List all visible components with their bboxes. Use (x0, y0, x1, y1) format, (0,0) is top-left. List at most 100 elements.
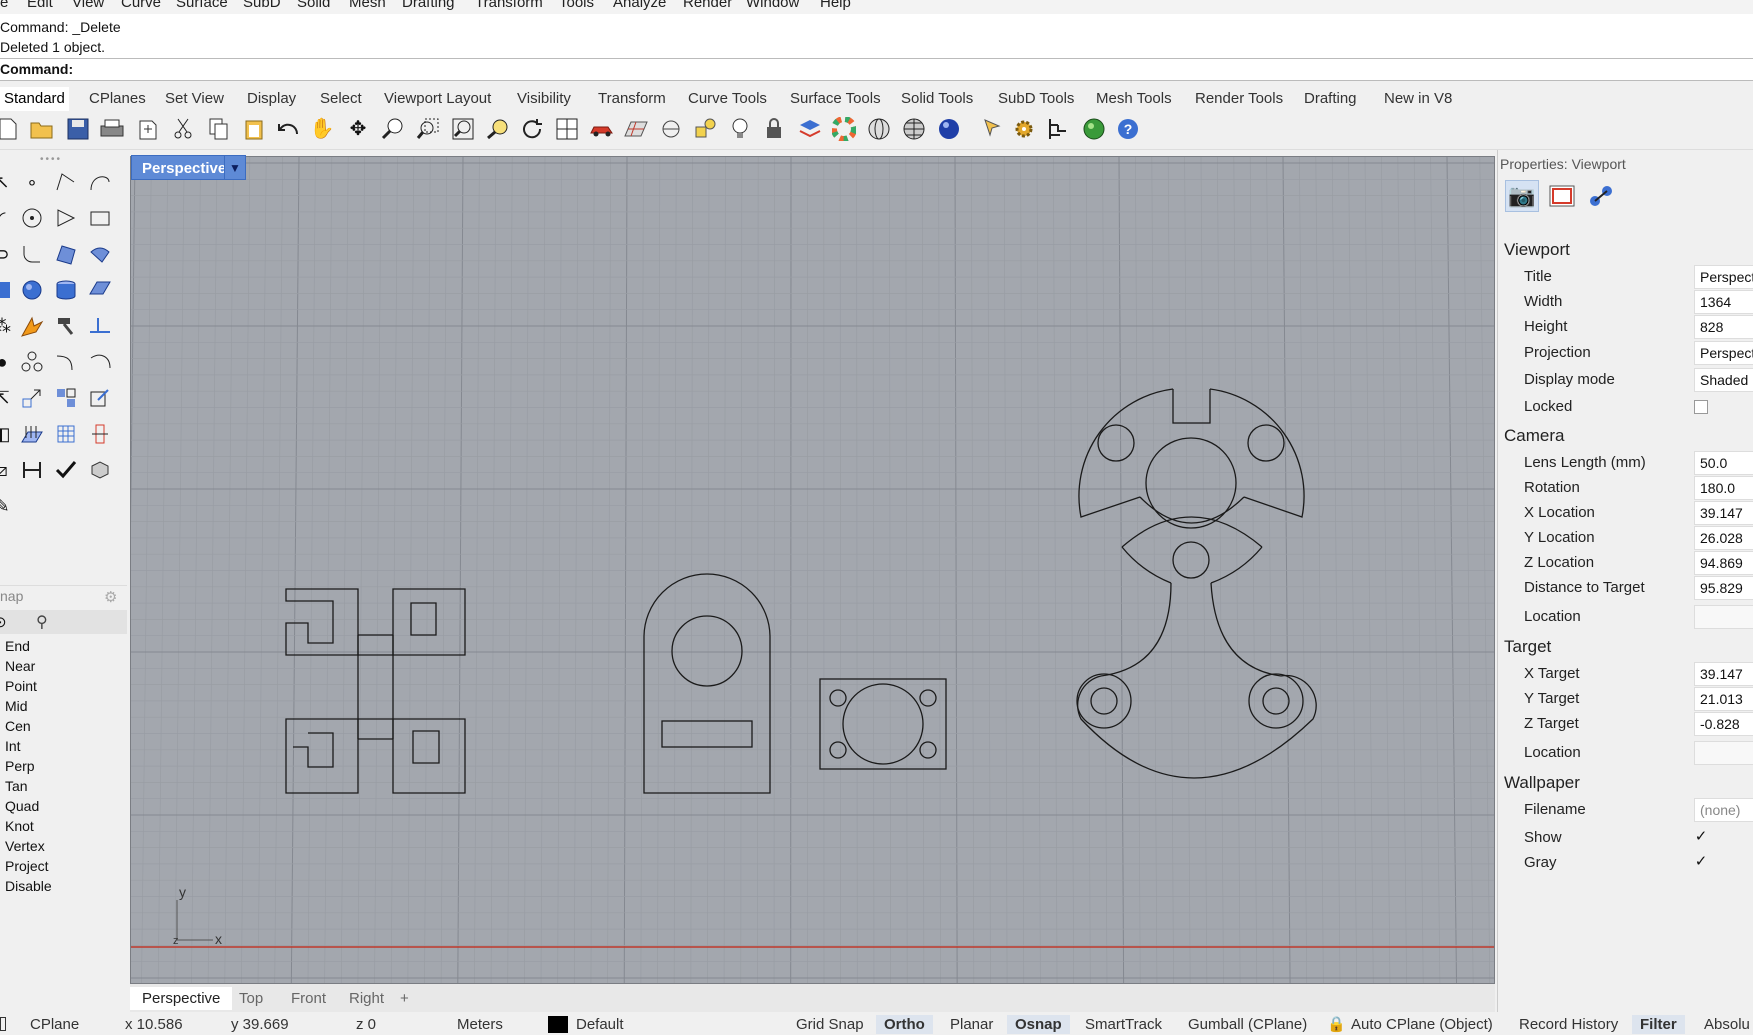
split-icon[interactable] (86, 312, 114, 340)
camera-icon[interactable]: 📷 (1505, 180, 1539, 212)
tab-transform[interactable]: Transform (594, 87, 670, 111)
color-wheel-icon[interactable] (830, 115, 858, 143)
locked-checkbox[interactable] (1694, 400, 1708, 414)
object-props-icon[interactable] (1584, 180, 1618, 212)
osnap-int[interactable]: Int (5, 738, 21, 754)
menu-transform[interactable]: Transform (475, 0, 543, 11)
import-icon[interactable] (134, 115, 162, 143)
target-location-button[interactable] (1694, 741, 1753, 765)
prop-title-field[interactable]: Perspect (1694, 265, 1753, 289)
sphere-icon[interactable] (18, 276, 46, 304)
tab-visibility[interactable]: Visibility (513, 87, 575, 111)
sphere-wire-icon[interactable] (865, 115, 893, 143)
osnap-icon[interactable]: ⊙ (0, 613, 7, 631)
status-grid-snap[interactable]: Grid Snap (796, 1015, 864, 1034)
four-viewports-icon[interactable] (553, 115, 581, 143)
tab-curve-tools[interactable]: Curve Tools (684, 87, 771, 111)
prop-z-target-field[interactable]: -0.828 (1694, 712, 1753, 736)
menu-tools[interactable]: Tools (559, 0, 594, 11)
prop-lens-length-field[interactable]: 50.0 (1694, 451, 1753, 475)
grid-array-icon[interactable] (52, 420, 80, 448)
menu-file[interactable]: e (0, 0, 8, 11)
polyline-icon[interactable] (52, 168, 80, 196)
box-icon[interactable] (0, 276, 16, 304)
menu-analyze[interactable]: Analyze (613, 0, 666, 11)
tab-display[interactable]: Display (243, 87, 300, 111)
status-planar[interactable]: Planar (950, 1015, 993, 1034)
offset-icon[interactable]: ⊃ (0, 240, 16, 268)
osnap-cen[interactable]: Cen (5, 718, 31, 734)
status-osnap[interactable]: Osnap (1007, 1015, 1070, 1034)
layer-icon[interactable] (796, 115, 824, 143)
prop-width-field[interactable]: 1364 (1694, 290, 1753, 314)
camera-location-button[interactable] (1694, 605, 1753, 629)
contour-icon[interactable] (18, 420, 46, 448)
prop-rotation-field[interactable]: 180.0 (1694, 476, 1753, 500)
globe-icon[interactable] (1080, 115, 1108, 143)
curve-icon[interactable] (86, 168, 114, 196)
pointer-icon[interactable] (978, 115, 1006, 143)
osnap-near[interactable]: Near (5, 658, 35, 674)
osnap-project[interactable]: Project (5, 858, 49, 874)
prop-distance-field[interactable]: 95.829 (1694, 576, 1753, 600)
status-absolute[interactable]: Absolu (1704, 1015, 1750, 1034)
add-viewport-icon[interactable]: + (395, 987, 414, 1010)
scale-icon[interactable] (18, 384, 46, 412)
tab-mesh-tools[interactable]: Mesh Tools (1092, 87, 1176, 111)
layer-color-swatch[interactable] (548, 1016, 568, 1033)
menu-mesh[interactable]: Mesh (349, 0, 386, 11)
viewport-tab-right[interactable]: Right (344, 987, 389, 1010)
arc-icon[interactable]: ◜ (0, 204, 16, 232)
tab-standard[interactable]: Standard (0, 87, 69, 111)
polygon-icon[interactable] (52, 204, 80, 232)
move-view-icon[interactable]: ✥ (344, 115, 372, 143)
status-cplane[interactable]: CPlane (30, 1015, 79, 1034)
check-icon[interactable] (52, 456, 80, 484)
zoom-selected-icon[interactable] (484, 115, 512, 143)
zoom-extents-icon[interactable] (449, 115, 477, 143)
zoom-window-icon[interactable] (414, 115, 442, 143)
tab-viewport-layout[interactable]: Viewport Layout (380, 87, 495, 111)
shape-icon[interactable] (692, 115, 720, 143)
hammer-icon[interactable] (52, 312, 80, 340)
osnap-vertex[interactable]: Vertex (5, 838, 45, 854)
rectangle-icon[interactable] (86, 204, 114, 232)
status-gumball[interactable]: Gumball (CPlane) (1188, 1015, 1307, 1034)
array-icon[interactable] (52, 384, 80, 412)
tab-surface-tools[interactable]: Surface Tools (786, 87, 885, 111)
viewport-tab-top[interactable]: Top (234, 987, 268, 1010)
prop-display-mode-select[interactable]: Shaded (1694, 368, 1753, 392)
viewport-tab-front[interactable]: Front (286, 987, 331, 1010)
viewport-title-tab[interactable]: Perspective (131, 155, 238, 180)
circle-icon[interactable] (18, 204, 46, 232)
viewport-frame-icon[interactable] (1545, 180, 1579, 212)
save-icon[interactable] (64, 115, 92, 143)
grip-handle[interactable]: •••• (40, 154, 62, 165)
copy-icon[interactable] (204, 115, 232, 143)
osnap-disable[interactable]: Disable (5, 878, 52, 894)
cplane-icon[interactable] (657, 115, 685, 143)
render-sphere-icon[interactable] (935, 115, 963, 143)
edit-icon[interactable] (86, 384, 114, 412)
show-checkbox[interactable]: ✓ (1694, 829, 1708, 845)
prop-x-target-field[interactable]: 39.147 (1694, 662, 1753, 686)
osnap-quad[interactable]: Quad (5, 798, 39, 814)
text-icon[interactable]: ⁂ (0, 312, 16, 340)
menu-solid[interactable]: Solid (297, 0, 330, 11)
pan-hand-icon[interactable]: ✋ (308, 115, 336, 143)
osnap-knot[interactable]: Knot (5, 818, 34, 834)
osnap-mid[interactable]: Mid (5, 698, 28, 714)
car-icon[interactable] (588, 115, 616, 143)
status-filter[interactable]: Filter (1632, 1015, 1685, 1034)
command-input[interactable]: Command: (0, 59, 1753, 81)
menu-surface[interactable]: Surface (176, 0, 228, 11)
explode-icon[interactable] (18, 312, 46, 340)
tab-render-tools[interactable]: Render Tools (1191, 87, 1287, 111)
dimension-icon[interactable] (18, 456, 46, 484)
lock-icon[interactable] (760, 115, 788, 143)
osnap-end[interactable]: End (5, 638, 30, 654)
shear-icon[interactable]: ⧄ (0, 456, 16, 484)
help-icon[interactable]: ? (1114, 115, 1142, 143)
curve-fillet-icon[interactable] (86, 348, 114, 376)
wallpaper-filename-field[interactable]: (none) (1694, 798, 1753, 822)
